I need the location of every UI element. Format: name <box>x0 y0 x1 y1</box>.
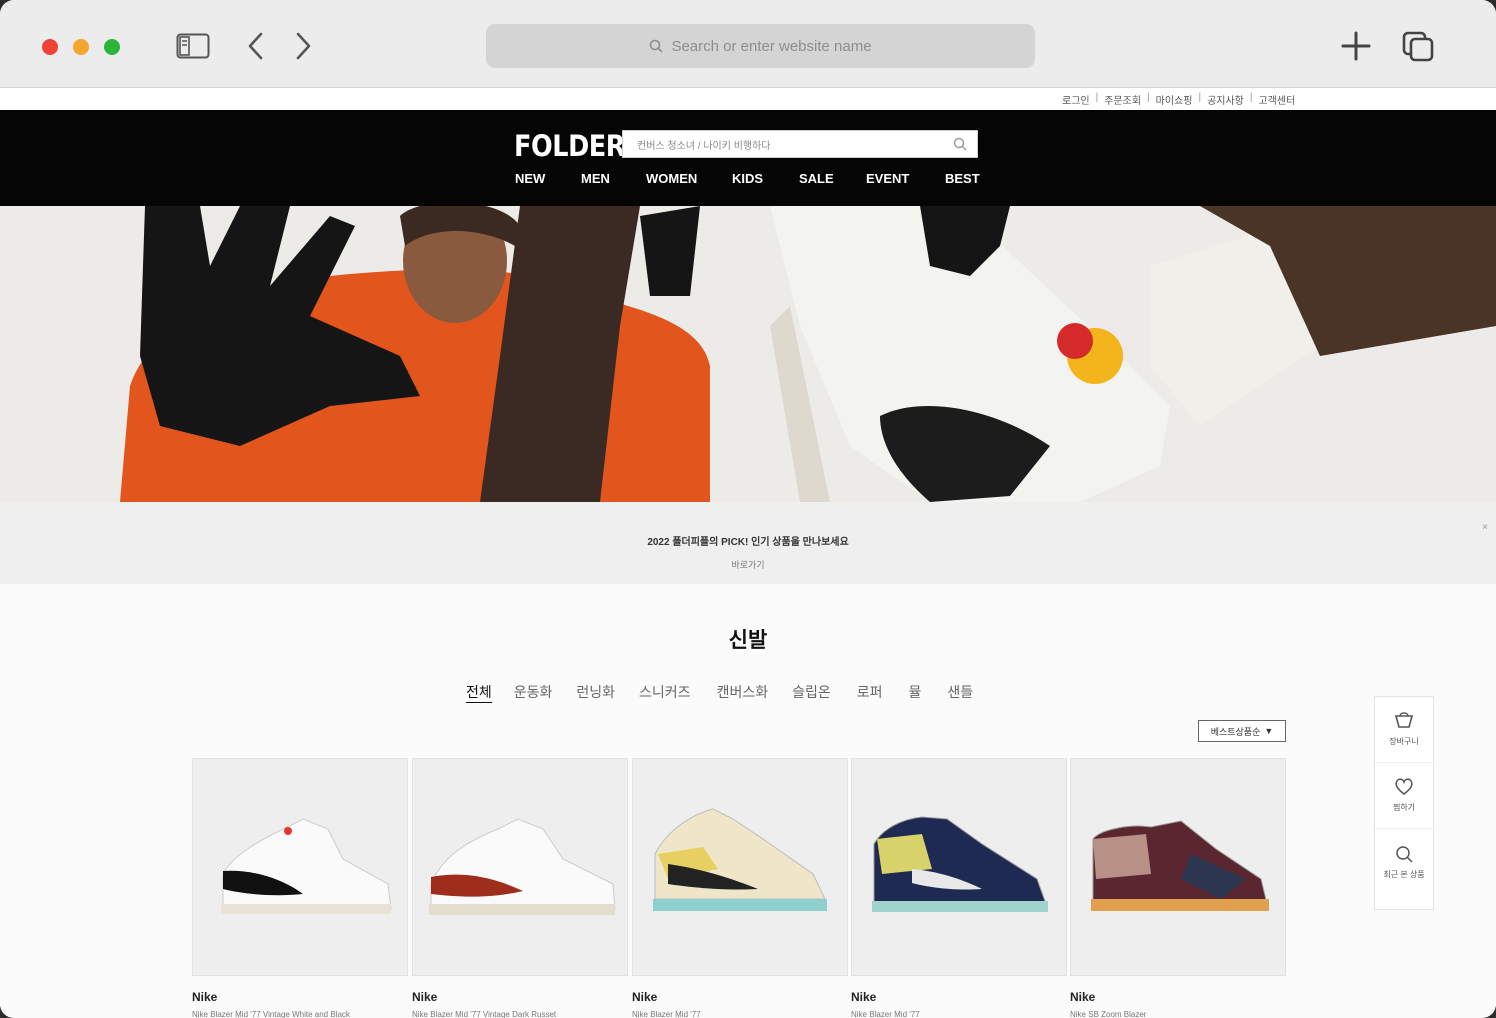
quick-wishlist-label: 찜하기 <box>1392 803 1416 812</box>
quick-cart-button[interactable]: 장바구니 <box>1375 697 1433 763</box>
minimize-window-button[interactable] <box>73 39 89 55</box>
quick-cart-label: 장바구니 <box>1389 737 1419 746</box>
nav-women[interactable]: WOMEN <box>646 171 732 186</box>
product-card[interactable]: Nike Nike Blazer Mid '77 Vintage Dark Ru… <box>412 758 628 1018</box>
util-link-order[interactable]: 주문조회 <box>1104 92 1141 107</box>
category-tab-all[interactable]: 전체 <box>466 682 492 703</box>
nav-best[interactable]: BEST <box>945 171 980 186</box>
browser-toolbar: Search or enter website name <box>0 0 1496 88</box>
product-image[interactable] <box>632 758 848 976</box>
product-grid: Nike Nike Blazer Mid '77 Vintage White a… <box>192 758 1288 1018</box>
sort-select-value: 베스트상품순 <box>1210 726 1261 737</box>
quick-recent-button[interactable]: 최근 본 상품 <box>1375 829 1433 895</box>
product-name: Nike Blazer Mid '77 Vintage White and Bl… <box>192 1010 350 1018</box>
category-tab-sneakers[interactable]: 스니커즈 <box>639 682 691 703</box>
promo-banner[interactable]: 2022 폴더피플의 PICK! 인기 상품을 만나보세요 바로가기 × <box>0 502 1496 584</box>
nav-kids[interactable]: KIDS <box>732 171 799 186</box>
hero-banner-image[interactable] <box>0 206 1496 502</box>
address-placeholder: Search or enter website name <box>671 37 872 55</box>
category-tab-mule[interactable]: 뮬 <box>909 682 922 703</box>
product-brand: Nike <box>632 990 658 1004</box>
util-link-support[interactable]: 고객센터 <box>1258 92 1295 107</box>
basket-icon <box>1394 712 1414 728</box>
zoom-window-button[interactable] <box>104 39 120 55</box>
quick-wishlist-button[interactable]: 찜하기 <box>1375 763 1433 829</box>
site-header: FOLDER 컨버스 청소녀 / 나이키 비행하다 NEW MEN WOMEN … <box>0 110 1496 206</box>
category-tab-slip-on[interactable]: 슬립온 <box>792 682 831 703</box>
category-tab-sneakers-athletic[interactable]: 운동화 <box>514 682 553 703</box>
dropdown-arrow-icon: ▼ <box>1264 726 1274 736</box>
category-tab-canvas[interactable]: 캔버스화 <box>717 682 769 703</box>
product-brand: Nike <box>192 990 218 1004</box>
sidebar-icon <box>176 33 210 59</box>
site-search-input[interactable]: 컨버스 청소녀 / 나이키 비행하다 <box>622 130 978 158</box>
product-card[interactable]: Nike Nike Blazer Mid '77 <box>632 758 848 1018</box>
new-tab-button[interactable] <box>1334 28 1378 64</box>
nav-new[interactable]: NEW <box>515 171 581 186</box>
address-bar[interactable]: Search or enter website name <box>486 24 1035 68</box>
product-name: Nike Blazer Mid '77 Vintage Dark Russet <box>412 1010 557 1018</box>
category-tab-running[interactable]: 런닝화 <box>576 682 615 703</box>
site-search-placeholder: 컨버스 청소녀 / 나이키 비행하다 <box>637 140 771 152</box>
promo-banner-link[interactable]: 바로가기 <box>0 558 1496 571</box>
category-tab-sandal[interactable]: 샌들 <box>947 682 973 703</box>
main-nav: NEW MEN WOMEN KIDS SALE EVENT BEST <box>515 171 980 186</box>
search-icon <box>1396 845 1413 863</box>
utility-links: 로그인 | 주문조회 | 마이쇼핑 | 공지사항 | 고객센터 <box>1062 92 1296 107</box>
tabs-icon <box>1402 31 1434 62</box>
promo-banner-text: 2022 폴더피플의 PICK! 인기 상품을 만나보세요 <box>647 537 849 548</box>
web-page: 로그인 | 주문조회 | 마이쇼핑 | 공지사항 | 고객센터 FOLDER 컨버스 청… <box>0 88 1496 1018</box>
product-name: Nike Blazer Mid '77 <box>632 1010 701 1018</box>
nav-event[interactable]: EVENT <box>866 171 945 186</box>
nav-sale[interactable]: SALE <box>799 171 866 186</box>
quick-menu: 장바구니 찜하기 최근 본 상품 <box>1374 696 1434 910</box>
browser-window: Search or enter website name 로그인 | 주문조회 | … <box>0 0 1496 1018</box>
back-button[interactable] <box>238 28 274 64</box>
quick-recent-label: 최근 본 상품 <box>1383 869 1425 879</box>
sidebar-toggle-button[interactable] <box>172 28 214 64</box>
product-name: Nike SB Zoom Blazer <box>1070 1010 1147 1018</box>
nav-men[interactable]: MEN <box>581 171 646 186</box>
product-card[interactable]: Nike Nike Blazer Mid '77 Vintage White a… <box>192 758 408 1018</box>
product-image[interactable] <box>1070 758 1286 976</box>
close-window-button[interactable] <box>42 39 58 55</box>
utility-bar: 로그인 | 주문조회 | 마이쇼핑 | 공지사항 | 고객센터 <box>0 88 1496 110</box>
chevron-left-icon <box>248 32 263 60</box>
product-brand: Nike <box>1070 990 1096 1004</box>
category-tabs: 전체 운동화 런닝화 스니커즈 캔버스화 슬립온 로퍼 뮬 샌들 <box>466 682 973 703</box>
product-image[interactable] <box>412 758 628 976</box>
promo-close-button[interactable]: × <box>1482 522 1488 533</box>
util-link-notice[interactable]: 공지사항 <box>1207 92 1244 107</box>
search-icon[interactable] <box>953 137 967 151</box>
site-logo[interactable]: FOLDER <box>514 129 625 163</box>
product-card[interactable]: Nike Nike SB Zoom Blazer <box>1070 758 1286 1018</box>
tab-overview-button[interactable] <box>1396 28 1440 64</box>
forward-button[interactable] <box>285 28 321 64</box>
product-name: Nike Blazer Mid '77 <box>851 1010 920 1018</box>
product-brand: Nike <box>851 990 877 1004</box>
chevron-right-icon <box>296 32 311 60</box>
heart-icon <box>1395 778 1413 795</box>
section-title: 신발 <box>728 629 768 652</box>
plus-icon <box>1341 31 1371 61</box>
product-card[interactable]: Nike Nike Blazer Mid '77 <box>851 758 1067 1018</box>
product-image[interactable] <box>851 758 1067 976</box>
search-icon <box>650 39 664 53</box>
util-link-login[interactable]: 로그인 <box>1062 92 1090 107</box>
product-brand: Nike <box>412 990 438 1004</box>
category-tab-loafer[interactable]: 로퍼 <box>857 682 883 703</box>
sort-select[interactable]: 베스트상품순 ▼ <box>1198 720 1286 742</box>
util-link-mypage[interactable]: 마이쇼핑 <box>1156 92 1193 107</box>
product-image[interactable] <box>192 758 408 976</box>
